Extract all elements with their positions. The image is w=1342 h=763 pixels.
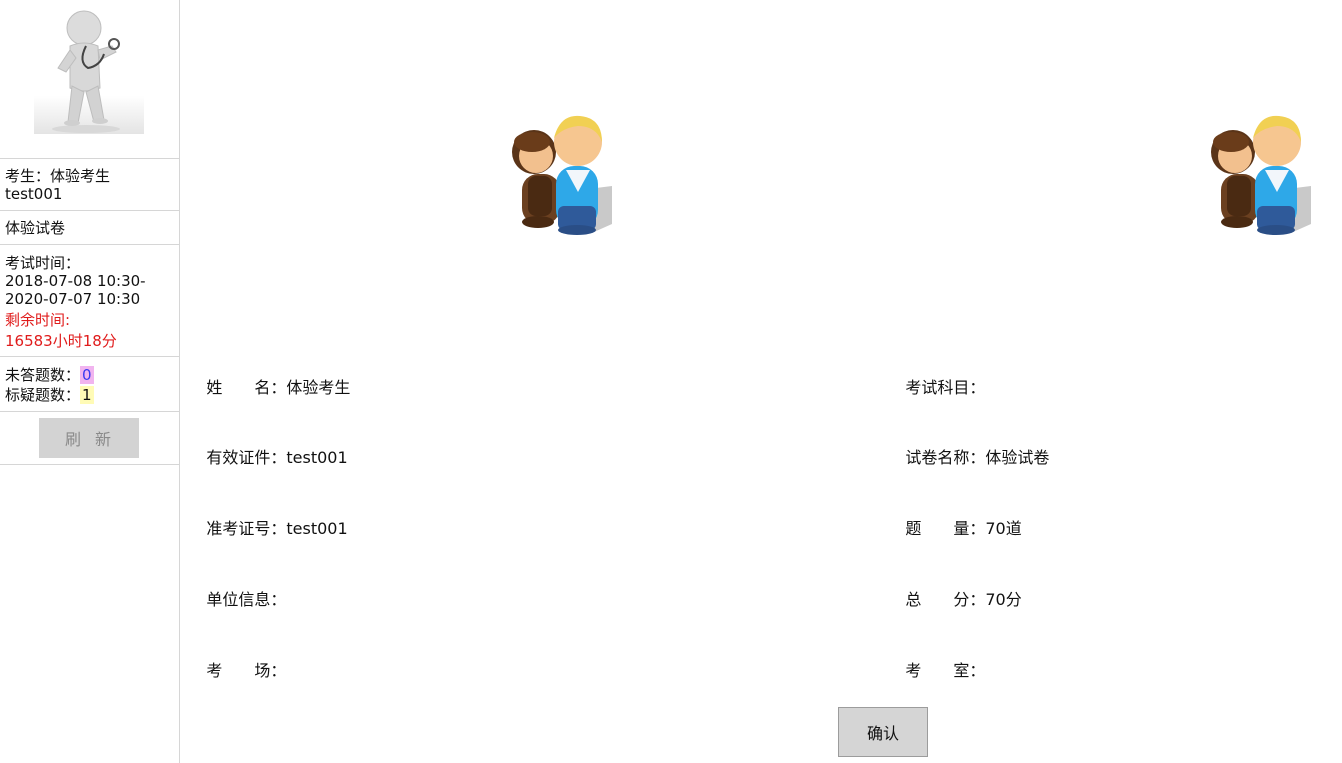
field-id-document: 有效证件：test001 (186, 425, 348, 487)
unanswered-count: 0 (80, 366, 94, 384)
paper-info: 体验试卷 (0, 211, 179, 245)
doctor-figure-icon (52, 10, 120, 133)
two-people-icon (512, 115, 612, 235)
field-value: 70分 (985, 590, 1022, 609)
field-value: 体验试卷 (985, 448, 1050, 467)
field-label: 单位信息： (206, 590, 287, 609)
field-label: 总 分： (905, 590, 986, 609)
field-label: 考试科目： (905, 378, 986, 397)
sidebar: 考生：体验考生 test001 体验试卷 考试时间： 2018-07-08 10… (0, 0, 180, 763)
candidate-id: test001 (5, 185, 63, 203)
field-exam-site: 考 场： (186, 638, 286, 700)
remaining-time-label: 剩余时间: (5, 311, 71, 329)
flagged-count: 1 (80, 386, 94, 404)
confirm-button[interactable]: 确认 (838, 707, 928, 757)
refresh-button[interactable]: 刷新 (39, 418, 139, 458)
two-people-icon (1211, 115, 1311, 235)
exam-time-info: 考试时间： 2018-07-08 10:30- 2020-07-07 10:30… (0, 245, 179, 357)
unanswered-row: 未答题数： 0 (5, 365, 174, 385)
field-subject: 考试科目： (885, 355, 985, 417)
paper-name: 体验试卷 (5, 219, 66, 237)
refresh-area: 刷新 (0, 412, 179, 465)
candidate-name: 考生：体验考生 (5, 167, 111, 185)
field-name: 姓 名：体验考生 (186, 355, 350, 417)
field-total-score: 总 分：70分 (885, 567, 1022, 629)
avatar-box (0, 0, 179, 159)
field-value: test001 (286, 448, 348, 467)
field-label: 姓 名： (206, 378, 287, 397)
field-label: 考 场： (206, 661, 287, 680)
field-label: 试卷名称： (905, 448, 986, 467)
remaining-time-value: 16583小时18分 (5, 332, 117, 350)
field-admission-number: 准考证号：test001 (186, 496, 348, 558)
field-question-count: 题 量：70道 (885, 496, 1022, 558)
field-label: 考 室： (905, 661, 986, 680)
main-panel: 姓 名：体验考生 有效证件：test001 准考证号：test001 单位信息：… (181, 0, 1342, 763)
field-label: 准考证号： (206, 519, 287, 538)
question-counts: 未答题数： 0 标疑题数： 1 (0, 357, 179, 412)
unanswered-label: 未答题数： (5, 366, 81, 384)
field-paper-name: 试卷名称：体验试卷 (885, 425, 1049, 487)
field-value: 体验考生 (286, 378, 351, 397)
candidate-info: 考生：体验考生 test001 (0, 159, 179, 211)
flagged-row: 标疑题数： 1 (5, 385, 174, 405)
flagged-label: 标疑题数： (5, 386, 81, 404)
exam-time-end: 2020-07-07 10:30 (5, 290, 141, 308)
field-value: test001 (286, 519, 348, 538)
field-label: 有效证件： (206, 448, 287, 467)
field-organization: 单位信息： (186, 567, 286, 629)
exam-time-start: 2018-07-08 10:30- (5, 272, 146, 290)
field-value: 70道 (985, 519, 1022, 538)
field-exam-room: 考 室： (885, 638, 985, 700)
field-label: 题 量： (905, 519, 986, 538)
exam-time-label: 考试时间： (5, 254, 81, 272)
